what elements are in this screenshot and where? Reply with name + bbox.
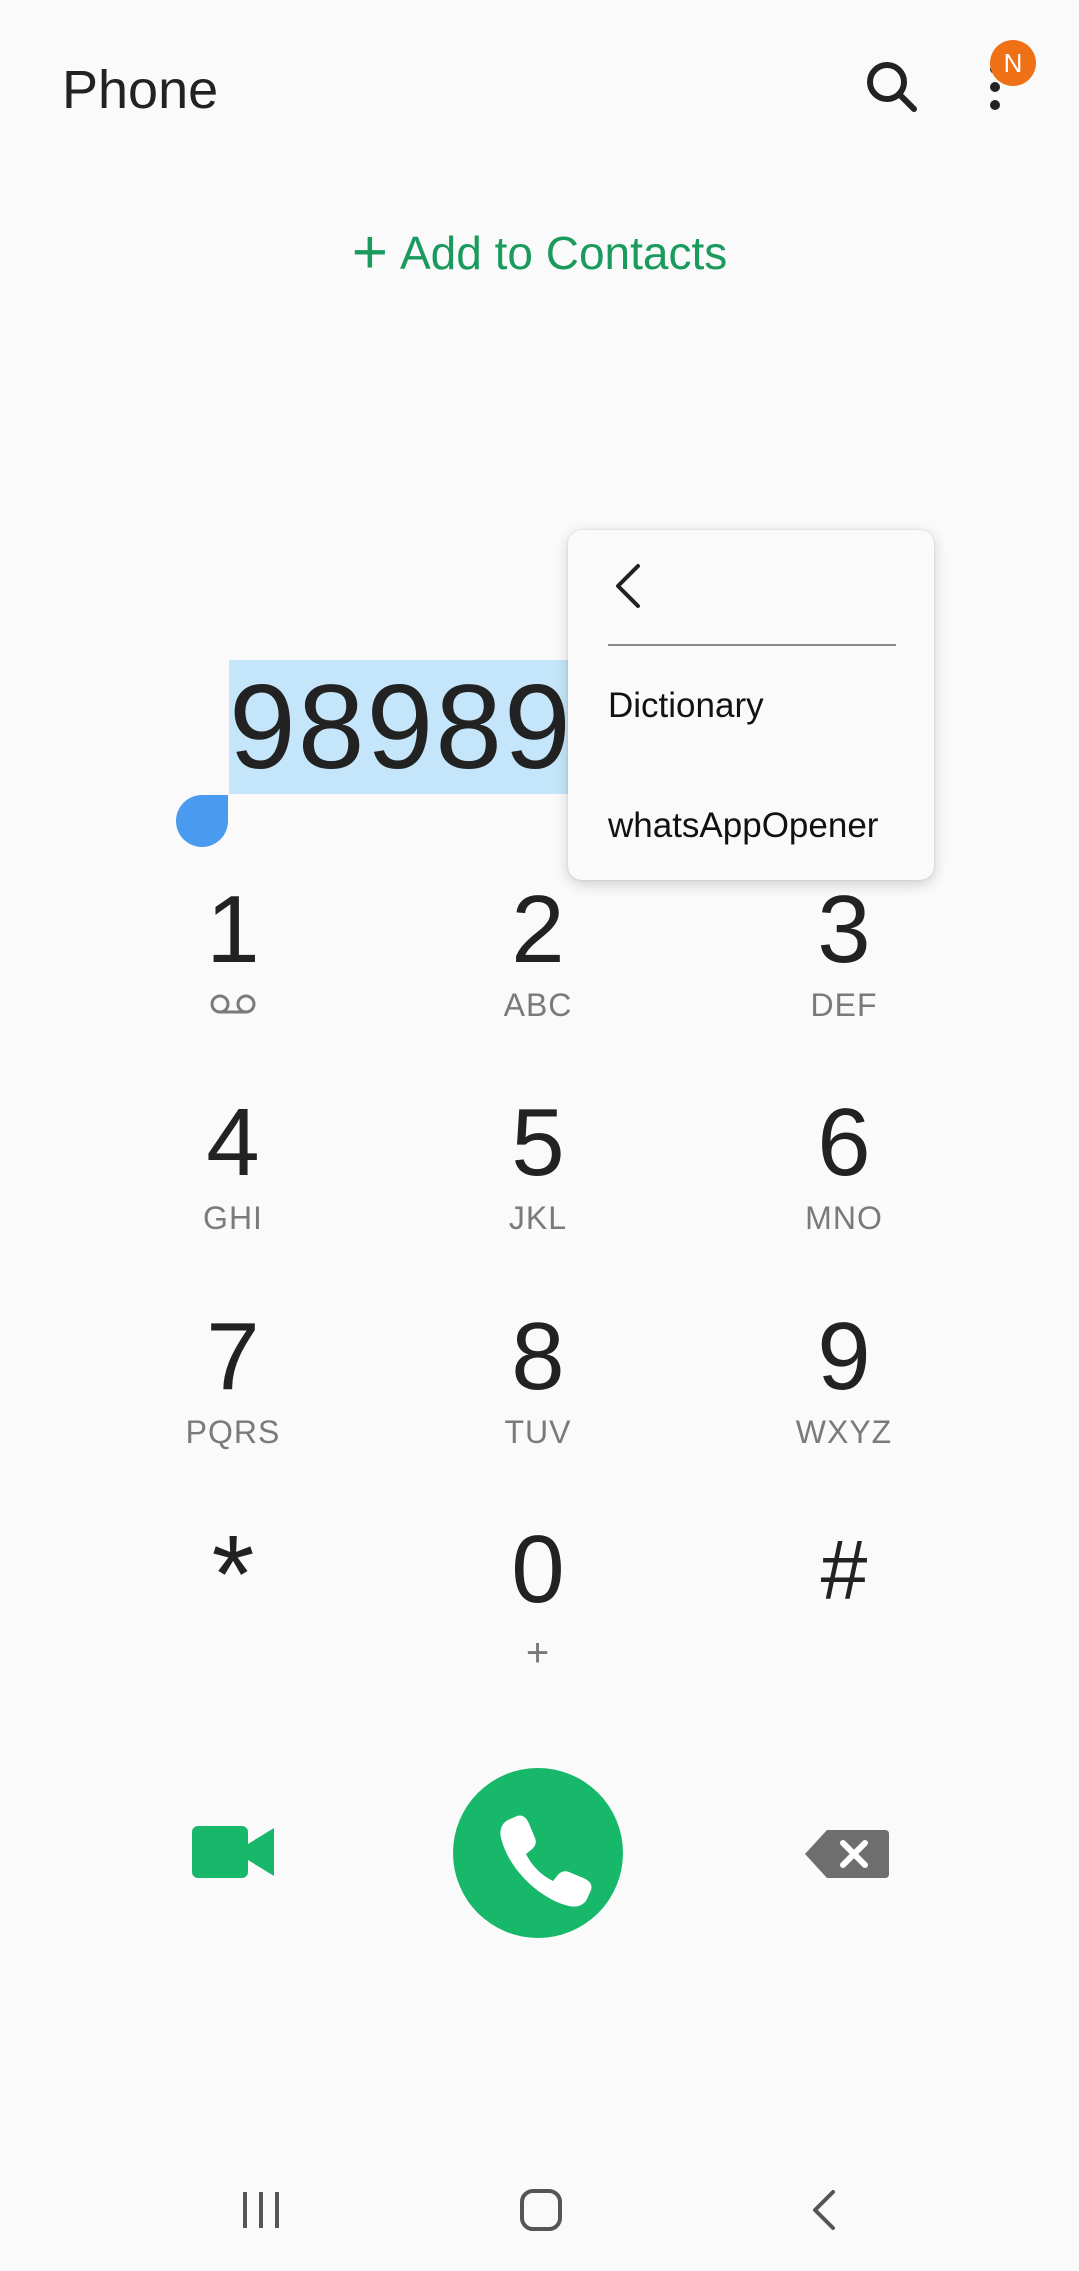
key-digit: 5 — [511, 1089, 565, 1196]
key-1[interactable]: 1 — [103, 875, 363, 1075]
key-0[interactable]: 0 + — [408, 1515, 668, 1715]
voicemail-icon — [103, 985, 363, 1025]
key-letters: ABC — [503, 987, 573, 1023]
key-digit: 3 — [817, 876, 871, 983]
add-to-contacts-label: Add to Contacts — [399, 227, 728, 279]
phone-call-icon — [500, 1815, 592, 1907]
menu-item-dictionary[interactable]: Dictionary — [608, 676, 764, 736]
video-call-button[interactable] — [190, 1820, 276, 1884]
key-5[interactable]: 5 JKL — [408, 1088, 668, 1288]
key-letters: JKL — [508, 1200, 568, 1236]
add-to-contacts-link[interactable]: + Add to Contacts — [0, 218, 1079, 288]
key-digit: 4 — [206, 1089, 260, 1196]
key-letters: TUV — [504, 1414, 572, 1450]
key-9[interactable]: 9 WXYZ — [714, 1302, 974, 1502]
key-digit: 6 — [817, 1089, 871, 1196]
video-call-icon — [192, 1826, 274, 1878]
key-digit: * — [211, 1513, 255, 1636]
notification-badge: N — [990, 40, 1036, 86]
key-letters: GHI — [203, 1200, 263, 1236]
chevron-left-icon — [616, 564, 640, 608]
menu-item-whatsappopener[interactable]: whatsAppOpener — [608, 796, 878, 856]
key-letters: PQRS — [185, 1414, 281, 1450]
plus-icon: + — [351, 218, 388, 287]
key-letters: WXYZ — [795, 1414, 893, 1450]
search-icon — [867, 62, 917, 112]
page-title: Phone — [62, 60, 219, 120]
key-letters: MNO — [805, 1200, 883, 1236]
key-letters: DEF — [810, 987, 878, 1023]
recents-button[interactable] — [240, 2188, 282, 2232]
key-star[interactable]: * — [103, 1515, 363, 1715]
menu-back-button[interactable] — [604, 556, 664, 616]
dial-number-text: 989898 — [229, 660, 569, 794]
key-6[interactable]: 6 MNO — [714, 1088, 974, 1288]
selection-handle[interactable] — [176, 795, 228, 847]
backspace-icon — [805, 1830, 889, 1878]
key-8[interactable]: 8 TUV — [408, 1302, 668, 1502]
key-digit: # — [820, 1523, 868, 1617]
key-7[interactable]: 7 PQRS — [103, 1302, 363, 1502]
search-button[interactable] — [860, 55, 924, 119]
call-button[interactable] — [453, 1768, 623, 1938]
home-icon — [520, 2189, 562, 2231]
backspace-button[interactable] — [803, 1828, 891, 1880]
key-letters: + — [525, 1631, 551, 1675]
key-hash[interactable]: # — [714, 1515, 974, 1715]
key-digit: 2 — [511, 876, 565, 983]
key-4[interactable]: 4 GHI — [103, 1088, 363, 1288]
text-selection-menu: Dictionary whatsAppOpener — [568, 530, 934, 880]
key-2[interactable]: 2 ABC — [408, 875, 668, 1075]
menu-divider — [608, 644, 896, 646]
home-button[interactable] — [517, 2186, 565, 2234]
key-digit: 7 — [206, 1303, 260, 1410]
back-button[interactable] — [805, 2186, 845, 2234]
key-digit: 1 — [206, 876, 260, 983]
key-digit: 9 — [817, 1303, 871, 1410]
key-3[interactable]: 3 DEF — [714, 875, 974, 1075]
key-digit: 8 — [511, 1303, 565, 1410]
back-icon — [813, 2190, 835, 2230]
key-digit: 0 — [511, 1516, 565, 1623]
recents-icon — [243, 2192, 279, 2228]
dial-number-field[interactable]: 989898 — [229, 660, 569, 794]
